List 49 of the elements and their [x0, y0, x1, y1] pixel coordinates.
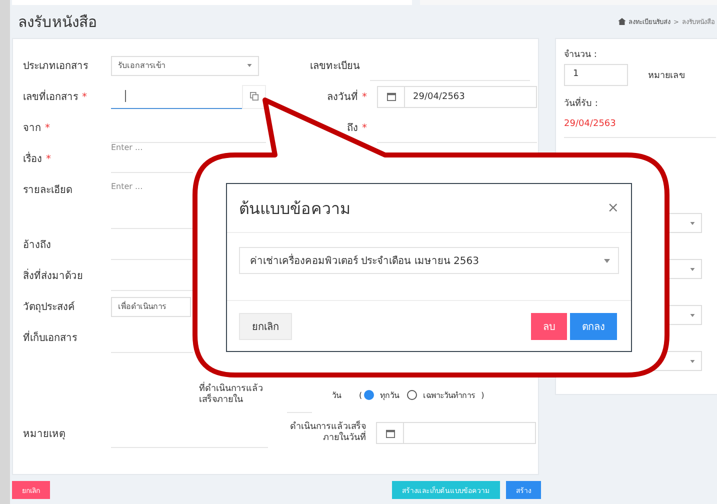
radio-label: เฉพาะวันทำการ [423, 390, 476, 402]
calendar-icon [386, 92, 396, 101]
dialog-button[interactable]: ลบ [531, 312, 567, 340]
field-label: อ้างถึง [23, 238, 52, 252]
received-date: 29/04/2563 [564, 119, 617, 129]
field-label: หมายเหตุ [23, 428, 66, 440]
home-icon [618, 18, 626, 25]
close-button[interactable]: × [607, 200, 619, 216]
radio-label: ทุกวัน [380, 390, 400, 402]
paren-text: ( [359, 390, 362, 400]
input-field[interactable]: Enter ... [111, 143, 193, 173]
dialog-button[interactable]: ตกลง [570, 312, 617, 340]
unit-label: วัน [332, 390, 341, 402]
type-select[interactable]: รับเอกสารเข้า [111, 56, 259, 76]
caret-icon [690, 314, 695, 316]
field-label: ที่เก็บเอกสาร [23, 330, 111, 345]
dialog-title: ต้นแบบข้อความ [239, 198, 351, 220]
field-label: ประเภทเอกสาร [23, 60, 89, 73]
received-label: วันที่รับ : [564, 96, 716, 110]
caret-icon [690, 360, 695, 362]
radio-button[interactable] [364, 390, 374, 400]
field-label: วัตถุประสงค์ [23, 300, 76, 314]
field-label: ถึง * [346, 122, 367, 135]
caret-icon [690, 268, 695, 270]
count-label: จำนวน : [564, 48, 598, 61]
dialog-button[interactable]: ยกเลิก [239, 312, 292, 340]
paren-text: ) [481, 390, 484, 400]
date-field[interactable]: 29/04/2563 [377, 86, 537, 108]
caret-icon [247, 64, 252, 67]
field-label: รายละเอียด [23, 184, 73, 197]
radio-button[interactable] [407, 390, 418, 400]
count-field[interactable]: 1 [564, 64, 628, 86]
calendar-icon [386, 428, 394, 438]
number-label: หมายเลข [648, 70, 685, 82]
field-label: สิ่งที่ส่งมาด้วย [23, 268, 111, 283]
template-select[interactable]: ค่าเช่าเครื่องคอมพิวเตอร์ ประจำเดือน เมษายน 2563 [239, 247, 619, 274]
field-label: ที่ดำเนินการแล้วเสร็จภายใน [199, 384, 279, 406]
caret-icon [690, 222, 695, 224]
date-field[interactable] [376, 422, 536, 444]
purpose-select[interactable]: เพื่อดำเนินการ [111, 296, 191, 316]
field-label: เลขที่เอกสาร * [23, 89, 111, 104]
copy-icon [250, 92, 258, 101]
field-label: เลขทะเบียน [309, 60, 360, 73]
field-label: ดำเนินการแล้วเสร็จภายในวันที่ [289, 422, 366, 444]
field-label: ลงวันที่ * [278, 89, 367, 104]
page-title: ลงรับหนังสือ [18, 12, 97, 32]
field-label: จาก * [23, 122, 51, 135]
caret-icon [604, 258, 610, 262]
field-label: เรื่อง * [23, 151, 111, 166]
